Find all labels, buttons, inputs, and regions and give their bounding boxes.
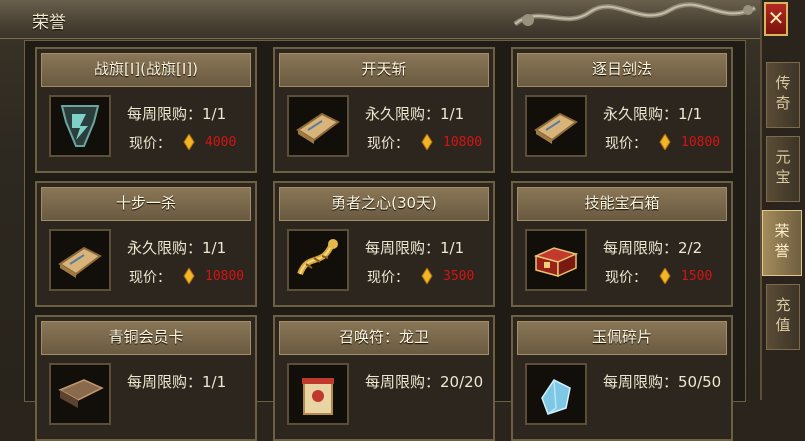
category-tabs: 传 奇 元 宝 荣 誉 充 值 [760,40,805,400]
price-label: 现价： [605,136,647,152]
purchase-limit: 永久限购：1/1 [127,239,227,257]
item-grid: 战旗[Ⅰ](战旗[Ⅰ]) 每周限购：1/1 现价： 4000 开天斩 永久限购：… [24,40,746,441]
skill-book-icon [296,112,340,144]
purchase-limit: 每周限购：1/1 [127,373,227,391]
item-name: 玉佩碎片 [517,321,727,355]
tab-label: 传 [775,74,791,92]
tab-label: 荣 [774,222,790,240]
item-name: 十步一杀 [41,187,251,221]
tab-label: 誉 [774,242,790,260]
price-label: 现价： [605,270,647,286]
shop-item-card[interactable]: 青铜会员卡 每周限购：1/1 [35,315,257,441]
item-thumbnail[interactable] [287,229,349,291]
shop-item-card[interactable]: 逐日剑法 永久限购：1/1 现价： 10800 [511,47,733,173]
tab-label: 奇 [775,94,791,112]
jade-shard-icon [541,379,571,415]
tab-label: 值 [775,316,791,334]
shop-item-card[interactable]: 技能宝石箱 每周限购：2/2 现价： 1500 [511,181,733,307]
tab-label: 充 [775,296,791,314]
item-thumbnail[interactable] [49,363,111,425]
item-name: 逐日剑法 [517,53,727,87]
item-thumbnail[interactable] [287,363,349,425]
price-value: 10800 [681,135,721,150]
item-thumbnail[interactable] [49,95,111,157]
item-name: 青铜会员卡 [41,321,251,355]
close-button[interactable]: ✕ [764,2,788,36]
shop-item-card[interactable]: 勇者之心(30天) 每周限购：1/1 现价： 3500 [273,181,495,307]
summon-scroll-icon [302,378,334,415]
price-label: 现价： [129,270,171,286]
item-thumbnail[interactable] [49,229,111,291]
shop-item-card[interactable]: 十步一杀 永久限购：1/1 现价： 10800 [35,181,257,307]
shop-item-card[interactable]: 玉佩碎片 每周限购：50/50 [511,315,733,441]
dragon-ornament-icon [513,2,757,27]
shop-item-card[interactable]: 召唤符：龙卫 每周限购：20/20 [273,315,495,441]
shop-item-card[interactable]: 开天斩 永久限购：1/1 现价： 10800 [273,47,495,173]
price-value: 10800 [205,269,245,284]
gold-ingot-icon [659,134,671,150]
purchase-limit: 每周限购：50/50 [603,373,722,391]
price-label: 现价： [367,136,409,152]
tab-ingot[interactable]: 元 宝 [766,136,800,202]
tab-recharge[interactable]: 充 值 [766,284,800,350]
item-name: 战旗[Ⅰ](战旗[Ⅰ]) [41,53,251,87]
price-value: 3500 [443,269,475,284]
honor-shop-window: 荣誉 战旗[Ⅰ](战旗[Ⅰ]) 每周限购：1/1 现价： 4000 开天斩 永久… [0,0,762,441]
tab-label: 元 [775,148,791,166]
item-name: 技能宝石箱 [517,187,727,221]
golden-dragon-icon [297,239,338,276]
item-name: 召唤符：龙卫 [279,321,489,355]
gold-ingot-icon [183,268,195,284]
gold-ingot-icon [421,134,433,150]
purchase-limit: 每周限购：1/1 [365,239,465,257]
purchase-limit: 每周限购：20/20 [365,373,484,391]
price-value: 1500 [681,269,713,284]
war-flag-icon [60,105,100,147]
item-name: 开天斩 [279,53,489,87]
item-name: 勇者之心(30天) [279,187,489,221]
tab-honor[interactable]: 荣 誉 [762,210,802,276]
item-thumbnail[interactable] [525,95,587,157]
gold-ingot-icon [659,268,671,284]
purchase-limit: 永久限购：1/1 [365,105,465,123]
skill-book-icon [534,112,578,144]
tab-legend[interactable]: 传 奇 [766,62,800,128]
price-label: 现价： [129,136,171,152]
gold-ingot-icon [421,268,433,284]
price-value: 10800 [443,135,483,150]
bronze-card-icon [58,379,104,408]
price-label: 现价： [367,270,409,286]
title-bar[interactable]: 荣誉 [0,0,760,39]
purchase-limit: 永久限购：1/1 [603,105,703,123]
item-thumbnail[interactable] [525,363,587,425]
item-thumbnail[interactable] [525,229,587,291]
gold-ingot-icon [183,134,195,150]
purchase-limit: 每周限购：2/2 [603,239,703,257]
tab-label: 宝 [775,168,791,186]
window-title: 荣誉 [32,13,66,33]
price-value: 4000 [205,135,237,150]
item-thumbnail[interactable] [287,95,349,157]
shop-item-card[interactable]: 战旗[Ⅰ](战旗[Ⅰ]) 每周限购：1/1 现价： 4000 [35,47,257,173]
treasure-chest-icon [533,247,579,278]
skill-book-icon [58,246,102,278]
purchase-limit: 每周限购：1/1 [127,105,227,123]
